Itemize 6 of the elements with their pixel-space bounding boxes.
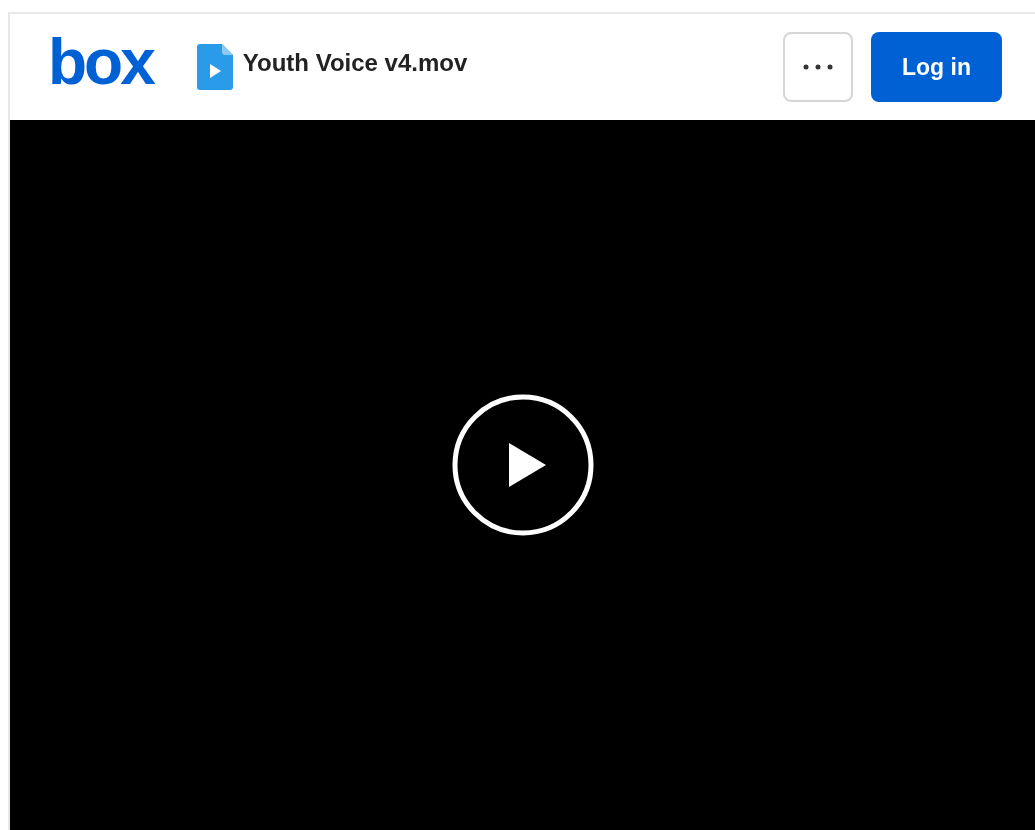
file-name: Youth Voice v4.mov — [242, 48, 468, 78]
video-file-icon — [196, 44, 233, 90]
login-button[interactable]: Log in — [871, 32, 1002, 102]
more-icon — [803, 64, 833, 70]
play-icon[interactable] — [450, 393, 595, 537]
logo[interactable]: box — [48, 30, 153, 104]
